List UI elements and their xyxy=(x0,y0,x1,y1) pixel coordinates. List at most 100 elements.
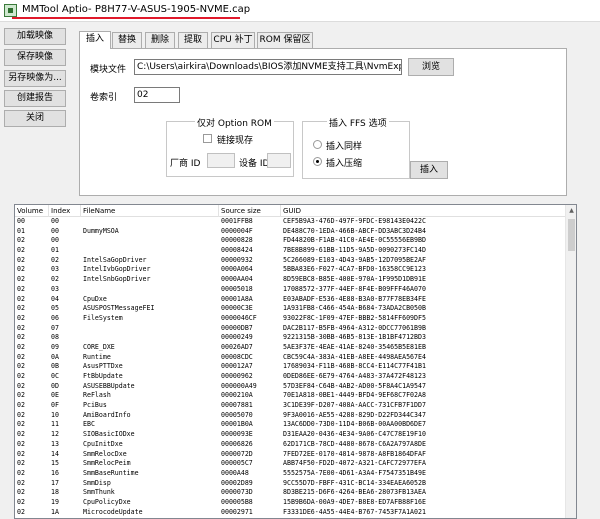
cell-index: 09 xyxy=(51,342,59,351)
tab-extract[interactable]: 提取 xyxy=(178,32,208,48)
cell-index: 12 xyxy=(51,430,59,439)
table-row[interactable]: 02 03 IntelIvbGopDriver 0000A064 5BBA83E6-F0… xyxy=(15,265,567,275)
cell-index: 03 xyxy=(51,265,59,274)
table-row[interactable]: 02 10 AmiBoardInfo 00005070 9F3A0016-AE55-42… xyxy=(15,411,567,421)
table-row[interactable]: 02 02 IntelSaGopDriver 00000932 5C266089-E10… xyxy=(15,256,567,266)
table-row[interactable]: 02 09 CORE_DXE 00026AD7 5AE3F37E-4EAE-41AE-8… xyxy=(15,343,567,353)
column-guid[interactable]: GUID xyxy=(281,205,567,217)
cell-source-size: 0000046CF xyxy=(221,313,257,322)
cell-guid: DAC2B117-B5FB-4964-A312-0DCC77061B9B xyxy=(283,323,426,332)
cell-filename: DummyMSOA xyxy=(83,226,119,235)
cell-filename: MicrocodeUpdate xyxy=(83,507,143,516)
table-row[interactable]: 02 11 EBC 00001B0A 13AC6DD0-73D0-11D4-B06B-0… xyxy=(15,420,567,430)
insert-compressed-radio[interactable] xyxy=(313,157,322,166)
load-image-button[interactable]: 加载映像 xyxy=(4,28,66,45)
insert-as-is-label: 插入同样 xyxy=(326,142,363,152)
tab-replace[interactable]: 替换 xyxy=(112,32,142,48)
cell-guid: CEF5B9A3-476D-497F-9FDC-E98143E0422C xyxy=(283,217,426,225)
cell-source-size: 0000093E xyxy=(221,430,253,439)
table-row[interactable]: 02 05 ASUSPOSTMessageFEI 00000C3E 1A931FB8-C… xyxy=(15,304,567,314)
option-rom-group: 仅对 Option ROM 链接现存 厂商 ID 设备 ID xyxy=(166,116,294,177)
table-row[interactable]: 02 19 CpuPolicyDxe 000005B8 15B9B6DA-00A9-4D… xyxy=(15,498,567,508)
column-index[interactable]: Index xyxy=(49,205,81,217)
table-row[interactable]: 00 00 0001FFB8 CEF5B9A3-476D-497F-9FDC-E981… xyxy=(15,217,567,227)
close-button[interactable]: 关闭 xyxy=(4,110,66,127)
table-row[interactable]: 02 06 FileSystem 0000046CF 93022F8C-1F09-47E… xyxy=(15,314,567,324)
cell-index: 19 xyxy=(51,497,59,506)
scroll-up-icon[interactable]: ▲ xyxy=(566,205,576,216)
table-row[interactable]: 02 07 00000DB7 DAC2B117-B5FB-4964-A312-0DCC… xyxy=(15,324,567,334)
tab-cpu-patch[interactable]: CPU 补丁 xyxy=(211,32,255,48)
cell-volume: 02 xyxy=(17,265,25,274)
browse-button[interactable]: 浏览 xyxy=(408,58,454,76)
table-row[interactable]: 02 00 00000828 FD44820B-F1AB-41C0-AE4E-0C55… xyxy=(15,236,567,246)
table-row[interactable]: 02 17 SmmDisp 00002D89 9CC55D7D-FBFF-431C-BC… xyxy=(15,479,567,489)
table-row[interactable]: 02 01 00008424 7BE8B899-61BB-11D5-9A5D-0090… xyxy=(15,246,567,256)
table-row[interactable]: 02 13 CpuInitDxe 00006826 62D171CB-78CD-4480… xyxy=(15,440,567,450)
cell-guid: 13AC6DD0-73D0-11D4-B06B-00AA00BD6DE7 xyxy=(283,420,426,429)
cell-index: 15 xyxy=(51,459,59,468)
column-source-size[interactable]: Source size xyxy=(219,205,281,217)
save-image-button[interactable]: 保存映像 xyxy=(4,49,66,66)
cell-source-size: 000000A49 xyxy=(221,381,257,390)
module-file-input[interactable]: C:\Users\airkira\Downloads\BIOS添加NVME支持工… xyxy=(134,59,402,75)
cell-volume: 02 xyxy=(17,439,25,448)
table-row[interactable]: 02 0B AsusPTTDxe 000012A7 17689034-F11B-468B… xyxy=(15,362,567,372)
cell-volume: 01 xyxy=(17,226,25,235)
cell-guid: 17689034-F11B-468B-8CC4-E114C77F41B1 xyxy=(283,362,426,371)
table-row[interactable]: 02 18 SmmThunk 0000073D 8D3BE215-D6F6-4264-B… xyxy=(15,488,567,498)
cell-volume: 02 xyxy=(17,352,25,361)
create-report-button[interactable]: 创建报告 xyxy=(4,90,66,107)
cell-source-size: 00000DB7 xyxy=(221,323,253,332)
cell-volume: 02 xyxy=(17,420,25,429)
link-existing-checkbox[interactable] xyxy=(203,134,212,143)
module-list[interactable]: Volume Index FileName Source size GUID 0… xyxy=(14,204,577,519)
table-row[interactable]: 02 0E ReFlash 0000210A 70E1A818-0BE1-4449-BF… xyxy=(15,391,567,401)
cell-guid: DE488C70-1EDA-466B-ABCF-DD3ABC3D24B4 xyxy=(283,226,426,235)
tab-rom-reserved[interactable]: ROM 保留区 xyxy=(257,32,313,48)
table-row[interactable]: 02 0D ASUSEBBUpdate 000000A49 57D3EF84-C64B-… xyxy=(15,382,567,392)
tab-delete[interactable]: 删除 xyxy=(145,32,175,48)
title-underline xyxy=(12,17,240,19)
table-row[interactable]: 02 0C FtBbUpdate 00000962 0DED86EE-6E79-4764… xyxy=(15,372,567,382)
cell-volume: 02 xyxy=(17,255,25,264)
cell-guid: 5552575A-7E00-4D61-A3A4-F7547351B49E xyxy=(283,468,426,477)
column-volume[interactable]: Volume xyxy=(15,205,49,217)
table-row[interactable]: 02 08 00000249 9221315B-30BB-46B5-813E-1B1B… xyxy=(15,333,567,343)
device-id-input[interactable] xyxy=(267,153,291,168)
table-row[interactable]: 02 03 00005018 17088572-377F-44EF-8F4E-B09F… xyxy=(15,285,567,295)
cell-guid: 62D171CB-78CD-4480-8678-C6A2A797A8DE xyxy=(283,439,426,448)
table-row[interactable]: 02 0A Runtime 00008CDC CBC59C4A-383A-41EB-A8… xyxy=(15,353,567,363)
cell-index: 07 xyxy=(51,323,59,332)
save-image-as-button[interactable]: 另存映像为... xyxy=(4,70,66,87)
table-row[interactable]: 02 1A MicrocodeUpdate 00002971 F3331DE6-4A55… xyxy=(15,508,567,518)
insert-as-is-radio[interactable] xyxy=(313,140,322,149)
table-row[interactable]: 02 12 SIOBasicIODxe 0000093E D31EAA20-0436-4… xyxy=(15,430,567,440)
cell-guid: 3C1DE39F-D207-408A-AACC-731CFB7F1DD7 xyxy=(283,401,426,410)
scroll-thumb[interactable] xyxy=(568,219,575,251)
table-row[interactable]: 02 0F PciBus 00007881 3C1DE39F-D207-408A-AAC… xyxy=(15,401,567,411)
cell-index: 01 xyxy=(51,246,59,255)
insert-button[interactable]: 插入 xyxy=(410,161,448,179)
cell-guid: FD44820B-F1AB-41C0-AE4E-0C55556EB9BD xyxy=(283,236,426,245)
cell-index: 00 xyxy=(51,226,59,235)
cell-source-size: 00005018 xyxy=(221,284,253,293)
table-row[interactable]: 02 16 SmmBaseRuntime 0000A48 5552575A-7E00-4… xyxy=(15,469,567,479)
cell-filename: ASUSPOSTMessageFEI xyxy=(83,304,155,313)
volume-index-input[interactable]: 02 xyxy=(134,87,180,103)
cell-index: 02 xyxy=(51,255,59,264)
table-row[interactable]: 01 00 DummyMSOA 0000004F DE488C70-1EDA-466B-… xyxy=(15,227,567,237)
table-row[interactable]: 02 02 IntelSnbGopDriver 0000AA04 8D59EBC8-B8… xyxy=(15,275,567,285)
cell-filename: SmmRelocDxe xyxy=(83,449,127,458)
column-filename[interactable]: FileName xyxy=(81,205,219,217)
table-row[interactable]: 02 15 SmmRelocPeim 000005C7 ABB74F50-FD2D-40… xyxy=(15,459,567,469)
cell-filename: FileSystem xyxy=(83,313,123,322)
table-row[interactable]: 02 04 CpuDxe 00001A8A E03ABADF-E536-4E88-B3A… xyxy=(15,295,567,305)
vendor-id-input[interactable] xyxy=(207,153,235,168)
table-row[interactable]: 02 14 SmmRelocDxe 0000072D 7FED72EE-0170-481… xyxy=(15,450,567,460)
cell-source-size: 0000072D xyxy=(221,449,253,458)
cell-source-size: 000005C7 xyxy=(221,459,253,468)
vertical-scrollbar[interactable]: ▲ xyxy=(565,205,576,518)
tab-insert[interactable]: 插入 xyxy=(79,31,111,49)
cell-volume: 02 xyxy=(17,372,25,380)
